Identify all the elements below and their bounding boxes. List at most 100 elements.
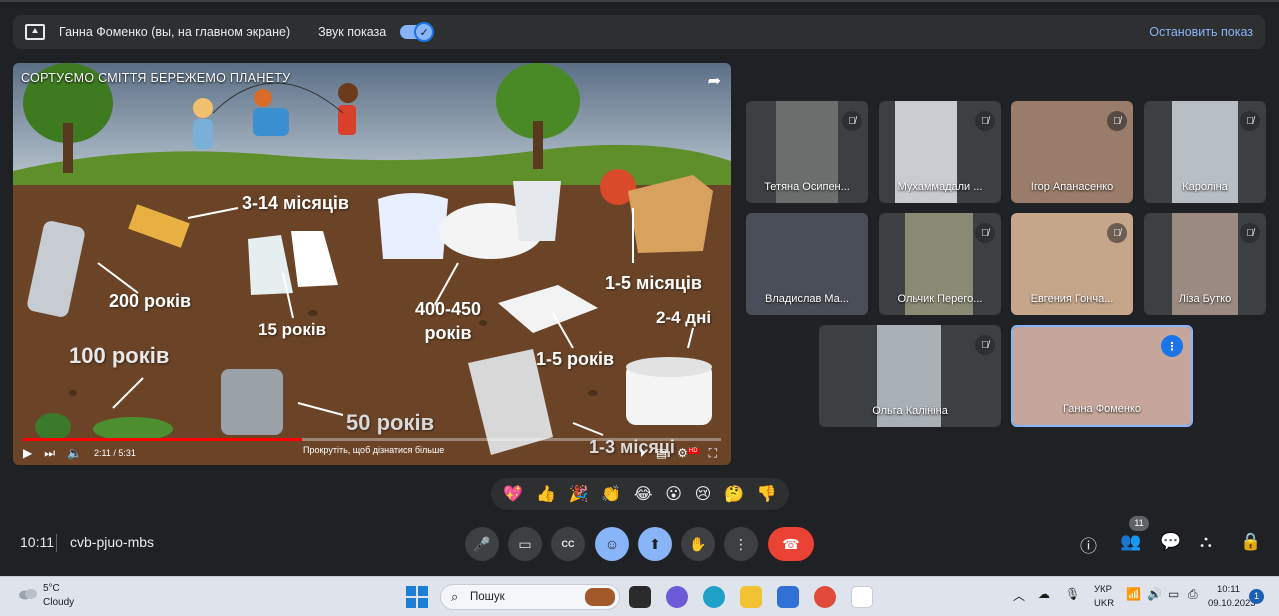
sound-label: Звук показа	[318, 25, 387, 39]
participant-tile[interactable]: 🎙̸ Евгения Гонча...	[1011, 213, 1133, 315]
label-15-years: 15 років	[258, 320, 327, 339]
print-icon[interactable]: ⎙	[1188, 587, 1198, 602]
participant-tile[interactable]: 🎙̸ Тетяна Осипен...	[746, 101, 868, 203]
reactions-bar: 💖 👍 🎉 👏 😂 😮 😢 🤔 👎	[491, 478, 789, 510]
snipping-tool-icon[interactable]	[851, 586, 873, 608]
volume-icon[interactable]: 🔈	[67, 446, 82, 460]
presenter-label: Ганна Фоменко (вы, на главном экране)	[59, 25, 291, 39]
label-3-14-months: 3-14 місяців	[242, 193, 349, 213]
captions-icon[interactable]: ▤	[656, 446, 667, 461]
settings-icon[interactable]: ⚙HD	[677, 446, 699, 461]
chrome-icon[interactable]	[814, 586, 836, 608]
participant-name: Ігор Апанасенко	[1030, 181, 1114, 193]
windows-start-icon[interactable]	[406, 586, 428, 608]
raise-hand-button[interactable]: ✋	[681, 527, 715, 561]
teams-chat-icon[interactable]	[666, 586, 688, 608]
weather-temp: 5°C	[43, 583, 60, 594]
participant-name: Тетяна Осипен...	[764, 181, 850, 193]
mic-off-icon: 🎙̸	[1107, 223, 1127, 243]
reaction-thumbs-down[interactable]: 👎	[757, 484, 777, 504]
participant-name: Ольга Калініна	[872, 405, 948, 417]
reaction-party[interactable]: 🎉	[569, 484, 589, 504]
taskbar-search[interactable]: ⌕ Пошук	[440, 584, 620, 610]
participant-tile[interactable]: 🎙̸ Ліза Бутко	[1144, 213, 1266, 315]
mic-off-icon: 🎙̸	[842, 111, 862, 131]
label-2-4-days: 2-4 дні	[656, 308, 712, 327]
task-view-icon[interactable]	[629, 586, 651, 608]
emoji-button[interactable]: ☺	[595, 527, 629, 561]
store-icon[interactable]	[777, 586, 799, 608]
activities-icon[interactable]: ⛬	[1200, 532, 1212, 552]
camera-button[interactable]: ▭	[508, 527, 542, 561]
reaction-laugh[interactable]: 😂	[634, 484, 653, 504]
clock-date[interactable]: 09.10.2023	[1208, 598, 1256, 609]
presentation-bar: Ганна Фоменко (вы, на главном экране) Зв…	[13, 15, 1265, 49]
play-icon[interactable]: ▶	[23, 446, 32, 460]
notification-badge[interactable]: 1	[1249, 589, 1264, 604]
camera-icon: ▭	[518, 535, 532, 552]
mic-off-icon: 🎙̸	[1240, 111, 1260, 131]
participant-count-badge: 11	[1129, 516, 1149, 531]
mic-off-icon: 🎙̸	[975, 111, 995, 131]
captions-button[interactable]: CC	[551, 527, 585, 561]
shared-video[interactable]: СОРТУЄМО СМІТТЯ БЕРЕЖЕМО ПЛАНЕТУ ➦ 3-14 …	[13, 63, 731, 465]
video-artwork	[13, 63, 731, 465]
participant-name: Ольчик Перего...	[897, 293, 983, 305]
participant-tile[interactable]: 🎙̸ Кароліна	[1144, 101, 1266, 203]
mic-off-icon: 🎙̸	[975, 335, 995, 355]
leave-call-button[interactable]: ☎	[768, 527, 814, 561]
mic-tray-icon[interactable]: 🎙	[1065, 587, 1080, 601]
reaction-clap[interactable]: 👏	[601, 484, 621, 504]
people-icon[interactable]: 👥	[1120, 532, 1141, 552]
info-icon[interactable]: ⓘ	[1080, 532, 1097, 557]
participant-tile[interactable]: 🎙̸ Ольчик Перего...	[879, 213, 1001, 315]
taskbar: 5°C Cloudy ⌕ Пошук ︿ ☁ 🎙 УКР UKR 📶 🔊 ▭ ⎙…	[0, 576, 1279, 616]
hd-badge: HD	[687, 448, 699, 454]
participant-name: Ганна Фоменко	[1062, 403, 1142, 415]
participant-tile[interactable]: 🎙̸ Ольга Калініна	[819, 325, 1001, 427]
divider	[56, 534, 57, 552]
more-options-button[interactable]: ⋮	[724, 527, 758, 561]
chat-icon[interactable]: 💬	[1160, 532, 1181, 552]
more-vert-icon: ⋮	[734, 535, 748, 552]
file-explorer-icon[interactable]	[740, 586, 762, 608]
reaction-surprised[interactable]: 😮	[665, 484, 682, 504]
participant-name: Мухаммадали ...	[897, 181, 983, 193]
participant-tile-self[interactable]: ⋮ Ганна Фоменко	[1011, 325, 1193, 427]
wifi-icon[interactable]: 📶	[1126, 587, 1141, 601]
participant-name: Евгения Гонча...	[1030, 293, 1114, 305]
mic-icon: 🎤	[473, 535, 491, 552]
reaction-sad[interactable]: 😢	[695, 484, 712, 504]
mic-button[interactable]: 🎤	[465, 527, 499, 561]
mic-off-icon: 🎙̸	[1240, 223, 1260, 243]
sound-toggle[interactable]: ✓	[400, 22, 435, 42]
present-button[interactable]: ⬆	[638, 527, 672, 561]
label-50-years: 50 років	[346, 410, 435, 435]
participant-tile[interactable]: 🎙̸ Мухаммадали ...	[879, 101, 1001, 203]
edge-icon[interactable]	[703, 586, 725, 608]
reaction-thinking[interactable]: 🤔	[724, 484, 744, 504]
input-language[interactable]: УКР	[1094, 584, 1112, 595]
volume-tray-icon[interactable]: 🔊	[1147, 587, 1162, 601]
participant-tile[interactable]: Владислав Ма...	[746, 213, 868, 315]
chevron-up-icon[interactable]: ︿	[1013, 587, 1025, 604]
stop-presenting-button[interactable]: Остановить показ	[1149, 25, 1253, 39]
fullscreen-exit-icon[interactable]: ⛶	[709, 446, 717, 461]
present-icon: ⬆	[649, 535, 661, 552]
reaction-heart[interactable]: 💖	[503, 484, 523, 504]
meeting-time: 10:11	[20, 534, 54, 550]
host-controls-icon[interactable]: 🔒	[1240, 532, 1261, 552]
autoplay-icon[interactable]: ⏵	[640, 446, 646, 461]
video-title: СОРТУЄМО СМІТТЯ БЕРЕЖЕМО ПЛАНЕТУ	[21, 71, 291, 85]
battery-icon[interactable]: ▭	[1168, 587, 1179, 601]
reaction-thumbs-up[interactable]: 👍	[536, 484, 556, 504]
participant-tile[interactable]: 🎙̸ Ігор Апанасенко	[1011, 101, 1133, 203]
search-placeholder: Пошук	[470, 591, 505, 603]
cloud-tray-icon[interactable]: ☁	[1038, 587, 1050, 601]
smile-icon: ☺	[604, 536, 620, 552]
share-icon[interactable]: ➦	[708, 71, 721, 91]
keyboard-layout[interactable]: UKR	[1094, 598, 1114, 609]
speaking-indicator-icon: ⋮	[1161, 335, 1183, 357]
clock-time[interactable]: 10:11	[1217, 584, 1240, 595]
next-icon[interactable]: ⏭	[44, 446, 55, 461]
